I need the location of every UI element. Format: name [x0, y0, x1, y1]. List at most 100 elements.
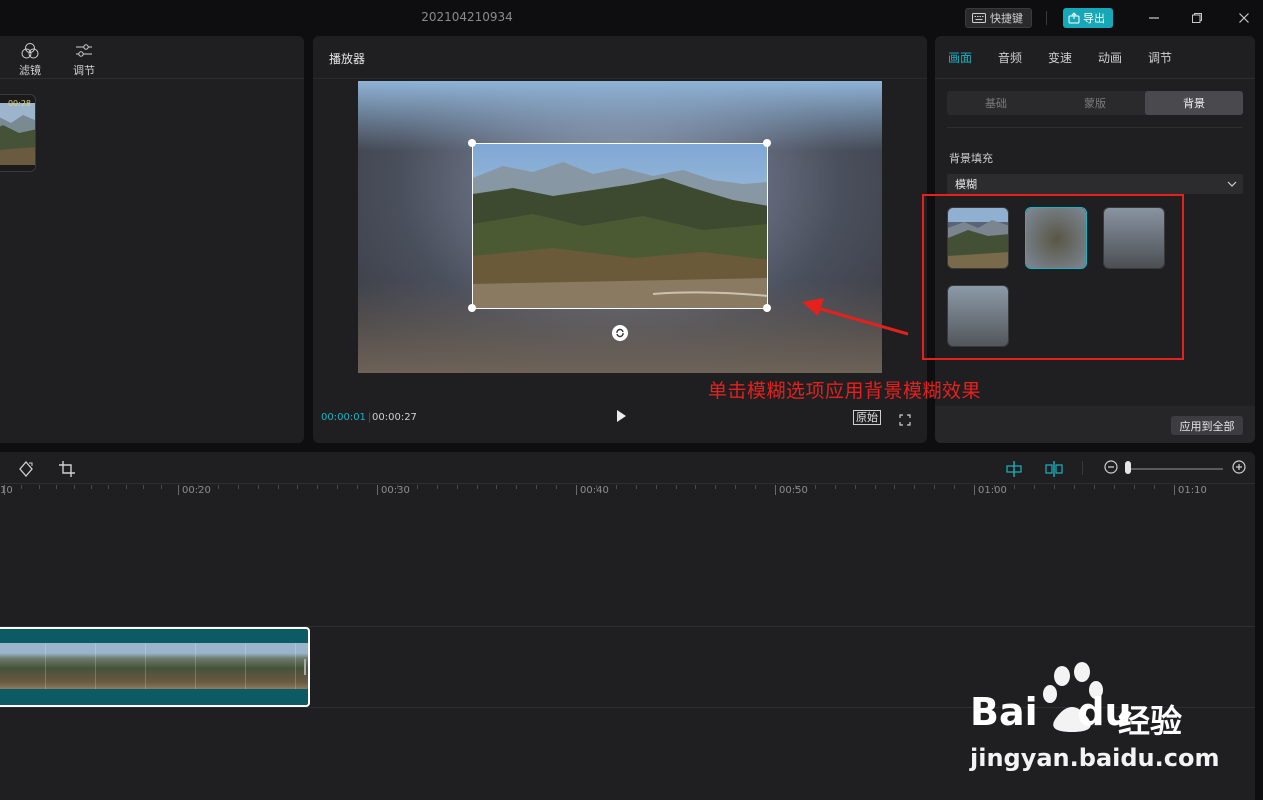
ruler-minor-tick [74, 485, 75, 489]
ruler-major-tick [576, 485, 577, 495]
ruler-minor-tick [835, 485, 836, 489]
apply-to-all-button[interactable]: 应用到全部 [1171, 416, 1243, 435]
rotate-icon[interactable] [612, 325, 628, 341]
zoom-in-button[interactable] [1231, 459, 1249, 477]
tab-picture[interactable]: 画面 [948, 49, 972, 66]
crop-icon [59, 461, 75, 477]
segment-basic[interactable]: 基础 [947, 91, 1045, 115]
filter-tool[interactable]: 滤镜 [10, 42, 50, 78]
video-frame[interactable] [472, 143, 768, 309]
rotate-icon [19, 461, 33, 477]
ruler-minor-tick [337, 485, 338, 489]
blurred-sky [358, 81, 882, 151]
tab-audio[interactable]: 音频 [998, 49, 1022, 66]
tab-adjust[interactable]: 调节 [1148, 49, 1172, 66]
ruler-minor-tick [616, 485, 617, 489]
divider [947, 127, 1243, 128]
ruler-minor-tick [1134, 485, 1135, 489]
minimize-icon [1149, 17, 1159, 19]
adjust-label: 调节 [73, 64, 95, 77]
ruler-major-tick [178, 485, 179, 495]
play-button[interactable] [613, 408, 629, 424]
fill-mode-value: 模糊 [955, 178, 977, 191]
segment-background[interactable]: 背景 [1145, 91, 1243, 115]
ruler-major-tick [377, 485, 378, 495]
filter-icon [21, 43, 39, 59]
ruler-minor-tick [934, 485, 935, 489]
ruler-minor-tick [755, 485, 756, 489]
divider [935, 78, 1255, 79]
fullscreen-icon [899, 414, 911, 426]
shortcut-button[interactable]: 快捷键 [965, 8, 1032, 28]
clip-frame [46, 643, 96, 689]
ruler-minor-tick [218, 485, 219, 489]
filter-label: 滤镜 [19, 64, 41, 77]
fullscreen-button[interactable] [899, 411, 911, 426]
split-icon [1045, 461, 1063, 477]
ruler-minor-tick [994, 485, 995, 489]
export-button[interactable]: 导出 [1063, 8, 1113, 28]
adjust-tool[interactable]: 调节 [64, 42, 104, 78]
divider [0, 78, 304, 79]
minimize-button[interactable] [1142, 6, 1166, 30]
zoom-slider-knob[interactable] [1125, 461, 1131, 474]
video-clip[interactable] [0, 627, 310, 707]
chevron-down-icon [1227, 181, 1237, 187]
ruler-minor-tick [317, 485, 318, 489]
ruler-minor-tick [596, 485, 597, 489]
split-button[interactable] [1045, 460, 1063, 478]
time-separator: | [368, 412, 372, 423]
divider [1046, 11, 1047, 25]
ruler-major-tick [4, 485, 5, 495]
ruler-minor-tick [477, 485, 478, 489]
divider [0, 483, 1255, 484]
segment-mask[interactable]: 蒙版 [1046, 91, 1144, 115]
ruler-minor-tick [1094, 485, 1095, 489]
close-button[interactable] [1232, 6, 1256, 30]
maximize-icon [1192, 13, 1202, 23]
snap-icon [1006, 461, 1022, 477]
mirror-button[interactable] [17, 460, 35, 478]
resize-handle[interactable] [468, 304, 476, 312]
ruler-minor-tick [198, 485, 199, 489]
clip-frame [196, 643, 246, 689]
adjust-icon [76, 44, 92, 57]
original-ratio-button[interactable]: 原始 [853, 410, 881, 425]
ruler-minor-tick [56, 485, 57, 489]
ruler-minor-tick [397, 485, 398, 489]
ruler-minor-tick [695, 485, 696, 489]
ruler-minor-tick [1054, 485, 1055, 489]
snap-button[interactable] [1005, 460, 1023, 478]
tab-animation[interactable]: 动画 [1098, 49, 1122, 66]
play-icon [617, 410, 626, 422]
tab-speed[interactable]: 变速 [1048, 49, 1072, 66]
ruler-minor-tick [536, 485, 537, 489]
ruler-major-tick [775, 485, 776, 495]
zoom-slider[interactable] [1129, 468, 1223, 470]
export-icon [1068, 12, 1080, 24]
clip-frame [246, 643, 296, 689]
annotation-text: 单击模糊选项应用背景模糊效果 [708, 380, 982, 402]
crop-button[interactable] [58, 460, 76, 478]
background-fill-label: 背景填充 [949, 152, 993, 165]
clip-frame [146, 643, 196, 689]
watermark-brand: Bai du [970, 690, 1132, 734]
zoom-out-button[interactable] [1103, 459, 1121, 477]
export-label: 导出 [1083, 12, 1105, 25]
clip-frame [0, 643, 46, 689]
resize-handle[interactable] [763, 139, 771, 147]
fill-mode-select[interactable]: 模糊 [947, 174, 1243, 194]
media-clip-thumbnail[interactable]: 00:28 [0, 94, 36, 172]
resize-handle[interactable] [468, 139, 476, 147]
ruler-minor-tick [855, 485, 856, 489]
annotation-highlight-box [922, 194, 1184, 360]
clip-trim-handle[interactable] [304, 659, 306, 675]
clip-frame [96, 643, 146, 689]
maximize-button[interactable] [1185, 6, 1209, 30]
ruler-minor-tick [1014, 485, 1015, 489]
ruler-minor-tick [954, 485, 955, 489]
ruler-label: 00:40 [580, 485, 609, 496]
resize-handle[interactable] [763, 304, 771, 312]
ruler-minor-tick [1074, 485, 1075, 489]
ruler-minor-tick [357, 485, 358, 489]
